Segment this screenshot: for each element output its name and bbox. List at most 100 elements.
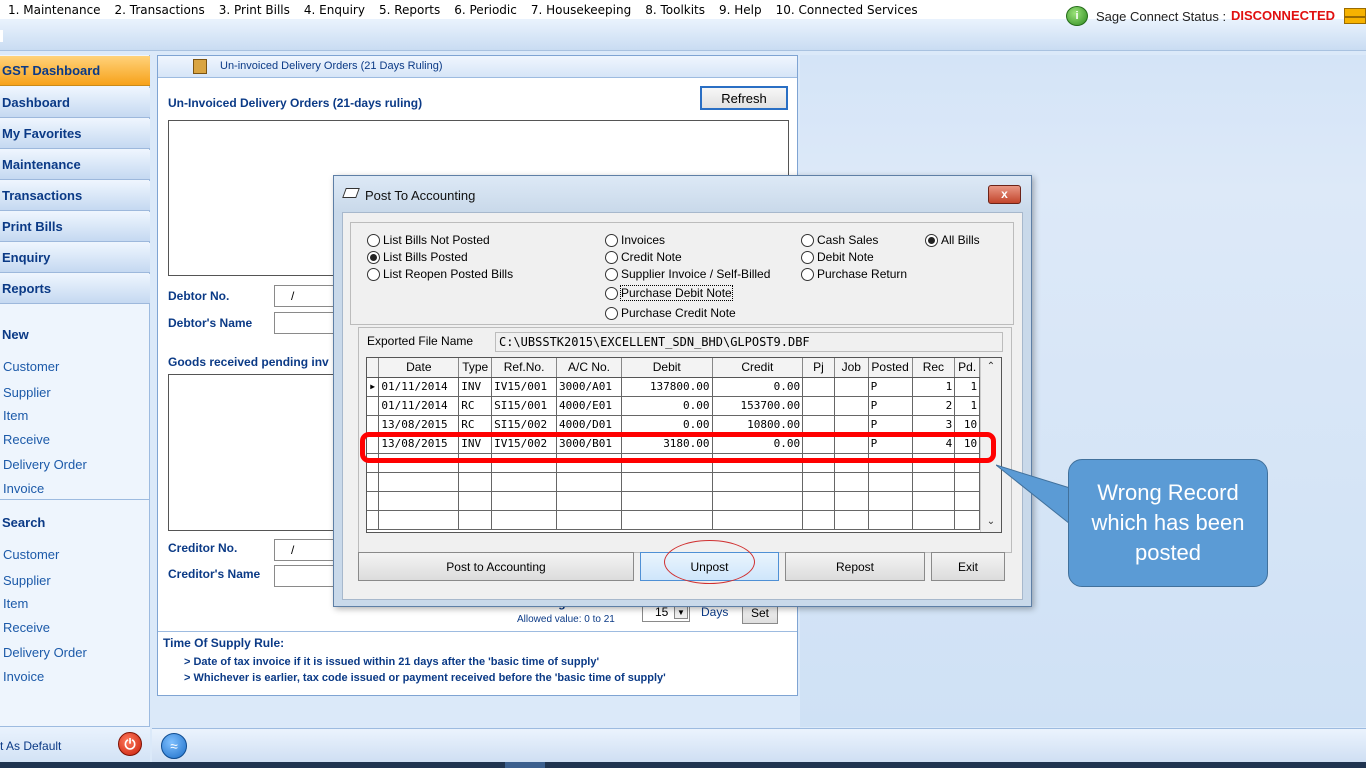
radio-button[interactable]	[801, 250, 814, 264]
radio-button[interactable]	[367, 267, 380, 281]
sidebar-item-enquiry[interactable]: Enquiry	[0, 243, 150, 273]
menu-toolkits[interactable]: 8. Toolkits	[645, 3, 705, 17]
table-cell[interactable]: P	[868, 377, 913, 397]
new-receive-link[interactable]: Receive	[3, 432, 50, 447]
table-cell[interactable]	[912, 491, 956, 511]
option-purchase-credit-note[interactable]: Purchase Credit Note	[605, 306, 736, 320]
table-cell[interactable]	[834, 510, 869, 530]
table-cell[interactable]: 0.00	[712, 377, 804, 397]
table-row[interactable]	[367, 491, 1001, 511]
creditor-name-field[interactable]	[274, 565, 334, 587]
table-cell[interactable]: 0.00	[621, 396, 713, 416]
column-header-debit[interactable]: Debit	[621, 358, 713, 378]
sidebar-item-print-bills[interactable]: Print Bills	[0, 212, 150, 242]
table-cell[interactable]	[912, 510, 956, 530]
table-cell[interactable]	[868, 472, 913, 492]
table-cell[interactable]: P	[868, 396, 913, 416]
table-cell[interactable]	[712, 510, 804, 530]
rss-icon[interactable]: ≈	[161, 733, 187, 759]
menu-periodic[interactable]: 6. Periodic	[454, 3, 517, 17]
radio-button[interactable]	[801, 267, 814, 281]
menu-reports[interactable]: 5. Reports	[379, 3, 440, 17]
column-header-job[interactable]: Job	[834, 358, 869, 378]
sidebar-item-reports[interactable]: Reports	[0, 274, 150, 304]
connect-status-icon[interactable]: i	[1066, 6, 1088, 26]
close-button[interactable]: x	[988, 185, 1021, 204]
column-header-date[interactable]: Date	[378, 358, 460, 378]
option-all-bills[interactable]: All Bills	[925, 233, 980, 247]
radio-button[interactable]	[605, 250, 618, 264]
table-cell[interactable]: 137800.00	[621, 377, 713, 397]
table-cell[interactable]	[556, 472, 622, 492]
panel-tab[interactable]: Un-invoiced Delivery Orders (21 Days Rul…	[158, 56, 797, 78]
table-cell[interactable]	[954, 491, 981, 511]
exported-file-field[interactable]: C:\UBSSTK2015\EXCELLENT_SDN_BHD\GLPOST9.…	[495, 332, 1003, 352]
search-supplier-link[interactable]: Supplier	[3, 573, 51, 588]
table-row[interactable]: ▶ 01/11/2014 INV IV15/001 3000/A01 137800.00 0…	[367, 377, 1001, 397]
column-header-pj[interactable]: Pj	[802, 358, 835, 378]
repost-button[interactable]: Repost	[785, 552, 925, 581]
option-supplier-invoice[interactable]: Supplier Invoice / Self-Billed	[605, 267, 770, 281]
table-cell[interactable]	[621, 510, 713, 530]
table-cell[interactable]: RC	[458, 396, 493, 416]
radio-button[interactable]	[605, 233, 618, 247]
table-cell[interactable]	[868, 510, 913, 530]
option-purchase-return[interactable]: Purchase Return	[801, 267, 907, 281]
table-cell[interactable]	[802, 491, 835, 511]
search-item-link[interactable]: Item	[3, 596, 28, 611]
table-cell[interactable]	[954, 510, 981, 530]
option-list-reopen-posted-bills[interactable]: List Reopen Posted Bills	[367, 267, 513, 281]
table-cell[interactable]	[912, 472, 956, 492]
table-cell[interactable]	[834, 396, 869, 416]
option-list-bills-not-posted[interactable]: List Bills Not Posted	[367, 233, 490, 247]
creditor-no-field[interactable]: /	[274, 539, 334, 561]
table-cell[interactable]	[802, 396, 835, 416]
column-header-ac-no[interactable]: A/C No.	[556, 358, 622, 378]
radio-button[interactable]	[605, 306, 618, 320]
taskbar-active-item[interactable]	[505, 762, 545, 768]
table-cell[interactable]	[802, 510, 835, 530]
table-cell[interactable]	[491, 472, 558, 492]
table-cell[interactable]	[556, 510, 622, 530]
table-row[interactable]: 01/11/2014 RC SI15/001 4000/E01 0.00 153700.0…	[367, 396, 1001, 416]
menu-transactions[interactable]: 2. Transactions	[115, 3, 205, 17]
goods-pending-list[interactable]	[168, 374, 338, 531]
table-cell[interactable]	[621, 491, 713, 511]
sidebar-item-my-favorites[interactable]: My Favorites	[0, 119, 150, 149]
table-cell[interactable]	[458, 472, 493, 492]
table-cell[interactable]	[378, 510, 460, 530]
radio-button[interactable]	[605, 286, 618, 300]
menu-enquiry[interactable]: 4. Enquiry	[304, 3, 365, 17]
table-cell[interactable]	[491, 491, 558, 511]
search-customer-link[interactable]: Customer	[3, 547, 59, 562]
table-row[interactable]	[367, 510, 1001, 530]
post-to-accounting-button[interactable]: Post to Accounting	[358, 552, 634, 581]
table-cell[interactable]: SI15/001	[491, 396, 558, 416]
exit-button[interactable]: Exit	[931, 552, 1005, 581]
table-cell[interactable]	[834, 377, 869, 397]
menu-help[interactable]: 9. Help	[719, 3, 762, 17]
power-icon[interactable]: ⏻	[118, 732, 142, 756]
table-cell[interactable]	[954, 472, 981, 492]
table-cell[interactable]	[802, 472, 835, 492]
table-cell[interactable]	[378, 491, 460, 511]
table-cell[interactable]: 1	[912, 377, 956, 397]
chevron-down-icon[interactable]: ▼	[674, 606, 688, 619]
sidebar-item-transactions[interactable]: Transactions	[0, 181, 150, 211]
mail-icon[interactable]	[1344, 8, 1366, 24]
refresh-button[interactable]: Refresh	[700, 86, 788, 110]
table-cell[interactable]	[834, 472, 869, 492]
menu-maintenance[interactable]: 1. Maintenance	[8, 3, 101, 17]
debtor-name-field[interactable]	[274, 312, 334, 334]
table-cell[interactable]: 2	[912, 396, 956, 416]
new-delivery-order-link[interactable]: Delivery Order	[3, 457, 87, 472]
table-cell[interactable]	[834, 491, 869, 511]
option-debit-note[interactable]: Debit Note	[801, 250, 874, 264]
table-cell[interactable]: 4000/E01	[556, 396, 622, 416]
table-cell[interactable]	[458, 510, 493, 530]
radio-button[interactable]	[801, 233, 814, 247]
option-credit-note[interactable]: Credit Note	[605, 250, 682, 264]
sidebar-item-gst-dashboard[interactable]: GST Dashboard	[0, 56, 150, 86]
new-supplier-link[interactable]: Supplier	[3, 385, 51, 400]
radio-button[interactable]	[605, 267, 618, 281]
